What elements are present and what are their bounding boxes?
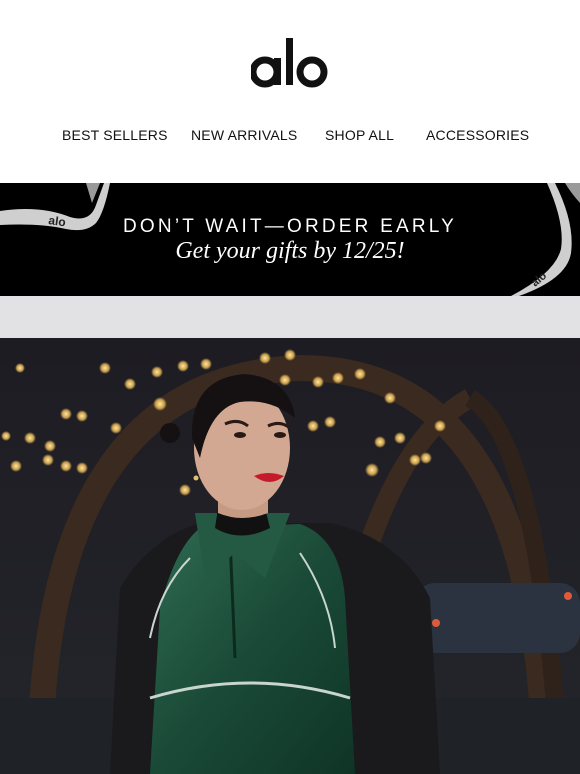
nav-new-arrivals[interactable]: NEW ARRIVALS — [191, 127, 297, 143]
alo-logo[interactable]: alo — [251, 34, 331, 90]
promo-banner[interactable]: alo alo DON’T WAIT—ORDER EARLY Get your … — [0, 183, 580, 296]
banner-subheadline: Get your gifts by 12/25! — [175, 238, 405, 264]
main-nav: BEST SELLERS NEW ARRIVALS SHOP ALL ACCES… — [0, 127, 580, 149]
nav-accessories[interactable]: ACCESSORIES — [426, 127, 529, 143]
nav-best-sellers[interactable]: BEST SELLERS — [62, 127, 168, 143]
email-page: alo BEST SELLERS NEW ARRIVALS SHOP ALL A… — [0, 0, 580, 774]
model-photo-icon — [0, 338, 580, 774]
hero-image[interactable] — [0, 338, 580, 774]
divider-strip — [0, 296, 580, 338]
header: alo BEST SELLERS NEW ARRIVALS SHOP ALL A… — [0, 0, 580, 183]
nav-shop-all[interactable]: SHOP ALL — [325, 127, 394, 143]
banner-headline: DON’T WAIT—ORDER EARLY — [123, 216, 457, 237]
